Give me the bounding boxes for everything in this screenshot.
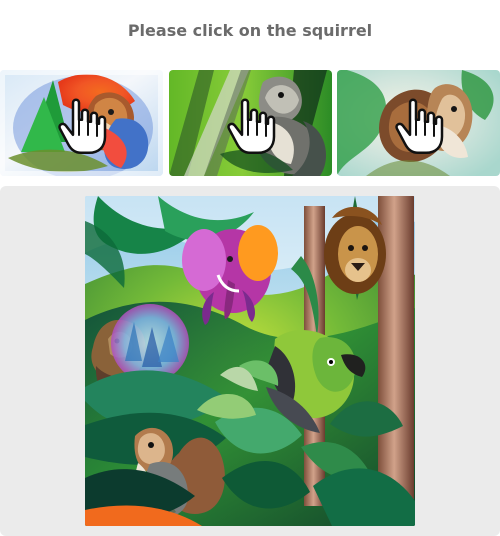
challenge-panel xyxy=(0,186,500,536)
example-squirrel-image-3 xyxy=(337,70,500,176)
captcha-prompt: Please click on the squirrel xyxy=(127,21,373,40)
example-squirrel-image-2 xyxy=(169,70,332,176)
captcha-page: Please click on the squirrel xyxy=(0,0,500,536)
challenge-image-click-area[interactable] xyxy=(85,196,415,526)
example-squirrel-image-1 xyxy=(0,70,163,176)
pointing-hand-icon xyxy=(394,95,444,155)
pointing-hand-icon xyxy=(226,95,276,155)
example-images-row xyxy=(0,70,500,176)
pointing-hand-icon xyxy=(57,95,107,155)
jungle-animals-challenge-art xyxy=(85,196,415,526)
